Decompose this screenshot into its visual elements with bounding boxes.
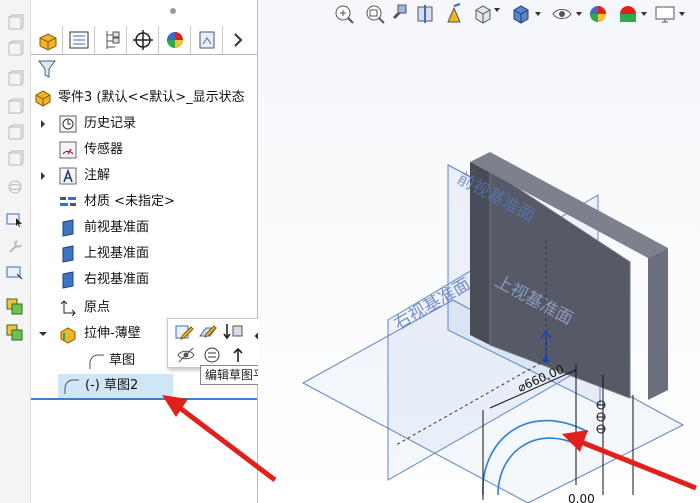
view-box-icon[interactable] xyxy=(6,14,24,32)
hide-eye-icon[interactable] xyxy=(176,346,196,364)
tree-item-sketch-child[interactable]: 草图 xyxy=(86,349,166,373)
tree-item-front-plane[interactable]: 前视基准面 xyxy=(31,216,257,240)
tree-root-part[interactable]: 零件3 (默认<<默认>_显示状态 xyxy=(31,86,257,110)
tab-dimxpert-manager[interactable] xyxy=(127,26,159,54)
tree-item-label: 传感器 xyxy=(84,142,124,157)
select-sketch-icon[interactable] xyxy=(6,210,24,228)
wrench-icon[interactable] xyxy=(6,238,24,256)
model-scene[interactable]: 前视基准面 上视基准面 右视基准面 ⌀660.00 0.00 xyxy=(258,0,700,503)
tab-cam-manager[interactable] xyxy=(191,26,223,54)
tree-item-label: 上视基准面 xyxy=(84,246,150,261)
red-annotation-arrow-left xyxy=(162,395,277,482)
plane-icon xyxy=(62,271,74,289)
origin-icon xyxy=(60,300,76,317)
edit-sketch-icon[interactable] xyxy=(174,322,194,342)
annotation-icon xyxy=(59,167,77,185)
material-icon xyxy=(60,197,76,206)
expand-arrow-icon[interactable] xyxy=(39,120,47,128)
rollback-down-icon[interactable] xyxy=(222,322,246,342)
crosshair-icon xyxy=(133,30,153,50)
tree-root-label: 零件3 (默认<<默认>_显示状态 xyxy=(58,90,245,105)
tree-item-extrude-thin[interactable]: 拉伸-薄壁 xyxy=(31,322,171,346)
extrude-icon xyxy=(60,327,76,344)
tab-display-manager[interactable] xyxy=(159,26,191,54)
graphics-viewport[interactable]: 前视基准面 上视基准面 右视基准面 ⌀660.00 0.00 xyxy=(258,0,700,503)
rectangle-select-icon[interactable] xyxy=(6,264,24,282)
normal-to-icon[interactable] xyxy=(228,346,248,364)
view-box-icon[interactable] xyxy=(6,150,24,168)
sketch-icon xyxy=(64,379,79,394)
expand-arrow-icon[interactable] xyxy=(39,172,47,180)
manager-tab-bar xyxy=(31,26,257,55)
tree-item-history[interactable]: 历史记录 xyxy=(31,112,257,136)
view-box-icon[interactable] xyxy=(6,98,24,116)
tree-item-label: 历史记录 xyxy=(84,116,137,131)
view-box-icon[interactable] xyxy=(6,40,24,58)
tree-item-annotations[interactable]: 注解 xyxy=(31,164,257,188)
tree-item-material[interactable]: 材质 <未指定> xyxy=(31,190,257,214)
tree-item-top-plane[interactable]: 上视基准面 xyxy=(31,242,257,266)
view-box-icon[interactable] xyxy=(6,70,24,88)
layers-icon[interactable] xyxy=(6,298,24,316)
chevron-right-icon[interactable] xyxy=(230,32,246,48)
sketch-icon xyxy=(89,354,104,369)
drag-handle[interactable] xyxy=(170,8,176,14)
tree-item-origin[interactable]: 原点 xyxy=(31,296,257,320)
tree-item-label: 注解 xyxy=(84,168,111,183)
tree-item-label: 草图 xyxy=(109,353,136,368)
tree-item-label: 前视基准面 xyxy=(84,220,150,235)
tree-item-label: 右视基准面 xyxy=(84,272,150,287)
tree-item-label: (-) 草图2 xyxy=(85,378,139,393)
tree-item-sensors[interactable]: 传感器 xyxy=(31,138,257,162)
plane-icon xyxy=(62,219,74,237)
tree-item-label: 材质 <未指定> xyxy=(84,194,175,209)
tab-property-manager[interactable] xyxy=(63,26,95,54)
left-command-toolbar xyxy=(0,0,31,503)
layers-icon[interactable] xyxy=(6,324,24,342)
body-end-face xyxy=(648,248,668,400)
part-icon xyxy=(35,90,51,107)
plane-icon xyxy=(62,245,74,263)
appearance-ball-icon xyxy=(167,32,183,48)
tree-item-right-plane[interactable]: 右视基准面 xyxy=(31,268,257,292)
property-list-icon xyxy=(69,31,89,49)
tree-item-label: 拉伸-薄壁 xyxy=(84,326,141,341)
tab-feature-manager[interactable] xyxy=(31,26,63,54)
collapse-arrow-icon[interactable] xyxy=(39,330,47,338)
sensor-icon xyxy=(59,141,77,159)
view-box-icon[interactable] xyxy=(6,124,24,142)
equal-relation-icon[interactable] xyxy=(202,346,222,364)
tree-item-label: 原点 xyxy=(84,300,111,315)
edit-sketch-plane-icon[interactable] xyxy=(198,322,218,342)
tab-configuration-manager[interactable] xyxy=(95,26,127,54)
configuration-tree-icon xyxy=(106,31,120,49)
filter-funnel-icon[interactable] xyxy=(37,58,57,80)
cam-icon xyxy=(199,31,215,49)
history-icon xyxy=(59,115,77,133)
feature-manager-icon xyxy=(39,33,57,51)
sphere-icon[interactable] xyxy=(6,178,24,196)
partial-dimension-text[interactable]: 0.00 xyxy=(568,492,595,503)
filter-bar xyxy=(31,55,257,82)
